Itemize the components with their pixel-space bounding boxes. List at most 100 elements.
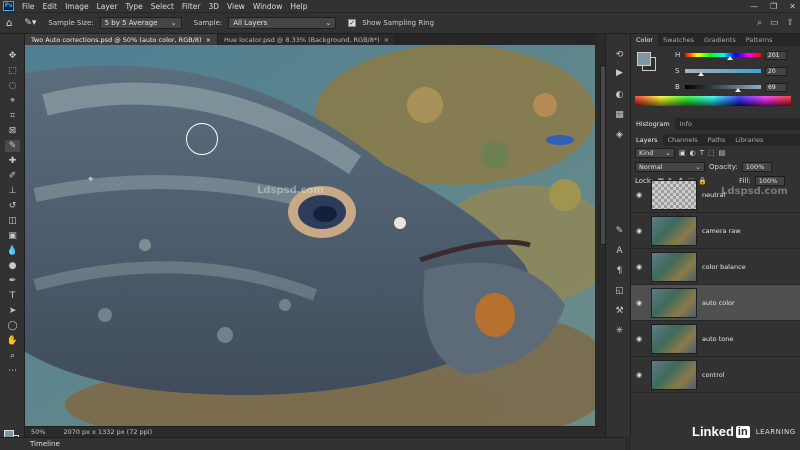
menu-help[interactable]: Help: [286, 2, 311, 11]
gradient-tool-icon[interactable]: ▣: [5, 230, 20, 242]
filter-smart-icon[interactable]: ▤: [719, 149, 726, 157]
properties-icon[interactable]: ▦: [613, 110, 626, 121]
home-icon[interactable]: ⌂: [6, 18, 12, 29]
saturation-value[interactable]: 20: [765, 66, 787, 76]
visibility-eye-icon[interactable]: ◉: [631, 299, 647, 307]
filter-adjustment-icon[interactable]: ◐: [690, 149, 696, 157]
color-panel-fg-swatch[interactable]: [637, 52, 651, 66]
history-brush-tool-icon[interactable]: ↺: [5, 200, 20, 212]
color-spectrum-ramp[interactable]: [635, 96, 791, 106]
menu-3d[interactable]: 3D: [204, 2, 223, 11]
saturation-slider[interactable]: [685, 69, 761, 76]
menu-image[interactable]: Image: [61, 2, 93, 11]
sample-size-select[interactable]: 5 by 5 Average ⌄: [99, 17, 182, 29]
layer-row[interactable]: ◉ color balance: [631, 249, 800, 285]
close-icon[interactable]: ×: [384, 36, 389, 44]
blur-tool-icon[interactable]: 💧: [5, 245, 20, 257]
tab-info[interactable]: Info: [675, 118, 697, 130]
more-tools-icon[interactable]: ⋯: [5, 365, 20, 377]
paragraph-icon[interactable]: ¶: [613, 266, 626, 277]
path-selection-tool-icon[interactable]: ➤: [5, 305, 20, 317]
visibility-eye-icon[interactable]: ◉: [631, 227, 647, 235]
history-icon[interactable]: ⟲: [613, 50, 626, 61]
lasso-tool-icon[interactable]: ◌: [5, 80, 20, 92]
ellipse-tool-icon[interactable]: ◯: [5, 320, 20, 332]
close-icon[interactable]: ×: [206, 36, 211, 44]
brush-tool-icon[interactable]: ✐: [5, 170, 20, 182]
timeline-panel-tab[interactable]: Timeline: [0, 437, 625, 450]
hue-value[interactable]: 201: [765, 50, 787, 60]
layer-thumbnail[interactable]: [651, 251, 697, 282]
brightness-slider-knob[interactable]: [735, 88, 741, 92]
eraser-tool-icon[interactable]: ◫: [5, 215, 20, 227]
opacity-input[interactable]: 100%: [741, 162, 772, 172]
marquee-tool-icon[interactable]: ⬚: [5, 65, 20, 77]
eyedropper-preset-icon[interactable]: ✎▾: [24, 18, 36, 28]
pen-tool-icon[interactable]: ✒: [5, 275, 20, 287]
layer-filter-kind[interactable]: Kind ⌄: [635, 148, 675, 158]
layer-row[interactable]: ◉ auto color: [631, 285, 800, 321]
dodge-tool-icon[interactable]: ●: [5, 260, 20, 272]
restore-button[interactable]: ❐: [770, 2, 777, 11]
menu-view[interactable]: View: [223, 2, 249, 11]
character-icon[interactable]: A: [613, 246, 626, 257]
visibility-eye-icon[interactable]: ◉: [631, 191, 647, 199]
hue-slider[interactable]: [685, 53, 761, 60]
brightness-value[interactable]: 69: [765, 82, 787, 92]
show-sampling-ring-checkbox[interactable]: ✓: [348, 19, 357, 27]
eyedropper-tool-icon[interactable]: ✎: [5, 140, 20, 152]
brush-settings-icon[interactable]: ✎: [613, 226, 626, 237]
visibility-eye-icon[interactable]: ◉: [631, 371, 647, 379]
doc-tab-active[interactable]: Two Auto corrections.psd @ 50% (auto col…: [25, 34, 219, 45]
menu-filter[interactable]: Filter: [178, 2, 205, 11]
minimize-button[interactable]: —: [750, 2, 758, 11]
workspace-icon[interactable]: ▭: [770, 18, 779, 28]
layer-thumbnail[interactable]: [651, 179, 697, 210]
zoom-tool-icon[interactable]: ⌕: [5, 350, 20, 362]
quick-selection-tool-icon[interactable]: ⌖: [5, 95, 20, 107]
canvas-vertical-scrollbar[interactable]: [595, 45, 606, 426]
visibility-eye-icon[interactable]: ◉: [631, 263, 647, 271]
clone-stamp-tool-icon[interactable]: ⊥: [5, 185, 20, 197]
close-button[interactable]: ✕: [789, 2, 796, 11]
hue-slider-knob[interactable]: [727, 56, 733, 60]
tools-preset-icon[interactable]: ⚒: [613, 306, 626, 317]
tab-color[interactable]: Color: [631, 34, 658, 46]
actions-icon[interactable]: ▶: [613, 68, 626, 79]
layer-thumbnail[interactable]: [651, 359, 697, 390]
tab-paths[interactable]: Paths: [703, 134, 731, 146]
menu-select[interactable]: Select: [147, 2, 178, 11]
blend-mode-select[interactable]: Normal ⌄: [635, 162, 705, 172]
menu-type[interactable]: Type: [122, 2, 147, 11]
tab-patterns[interactable]: Patterns: [741, 34, 778, 46]
sparkle-icon[interactable]: ✳: [613, 326, 626, 337]
tab-layers[interactable]: Layers: [631, 134, 663, 146]
tab-libraries[interactable]: Libraries: [730, 134, 768, 146]
frame-tool-icon[interactable]: ⊠: [5, 125, 20, 137]
layer-thumbnail[interactable]: [651, 287, 697, 318]
layer-row[interactable]: ◉ control: [631, 357, 800, 393]
glyphs-icon[interactable]: ◱: [613, 286, 626, 297]
healing-brush-tool-icon[interactable]: ✚: [5, 155, 20, 167]
tab-histogram[interactable]: Histogram: [631, 118, 675, 130]
menu-file[interactable]: File: [18, 2, 39, 11]
saturation-slider-knob[interactable]: [698, 72, 704, 76]
zoom-level[interactable]: 50%: [31, 428, 45, 436]
menu-window[interactable]: Window: [249, 2, 287, 11]
document-canvas[interactable]: ⌖ Ldspsd.com: [25, 45, 595, 426]
menu-layer[interactable]: Layer: [93, 2, 122, 11]
tab-gradients[interactable]: Gradients: [699, 34, 741, 46]
filter-pixel-icon[interactable]: ▣: [679, 149, 686, 157]
sample-select[interactable]: All Layers ⌄: [228, 17, 337, 29]
search-icon[interactable]: ⌕: [757, 18, 762, 28]
document-size[interactable]: 2070 px x 1332 px (72 ppi): [63, 428, 152, 436]
doc-tab-inactive[interactable]: Hue locator.psd @ 8.33% (Background, RGB…: [218, 34, 397, 45]
menu-edit[interactable]: Edit: [39, 2, 62, 11]
brightness-slider[interactable]: [685, 85, 761, 92]
tab-channels[interactable]: Channels: [663, 134, 703, 146]
move-tool-icon[interactable]: ✥: [5, 50, 20, 62]
styles-icon[interactable]: ◈: [613, 130, 626, 141]
filter-shape-icon[interactable]: ⬚: [708, 149, 715, 157]
crop-tool-icon[interactable]: ⌗: [5, 110, 20, 122]
layer-thumbnail[interactable]: [651, 323, 697, 354]
